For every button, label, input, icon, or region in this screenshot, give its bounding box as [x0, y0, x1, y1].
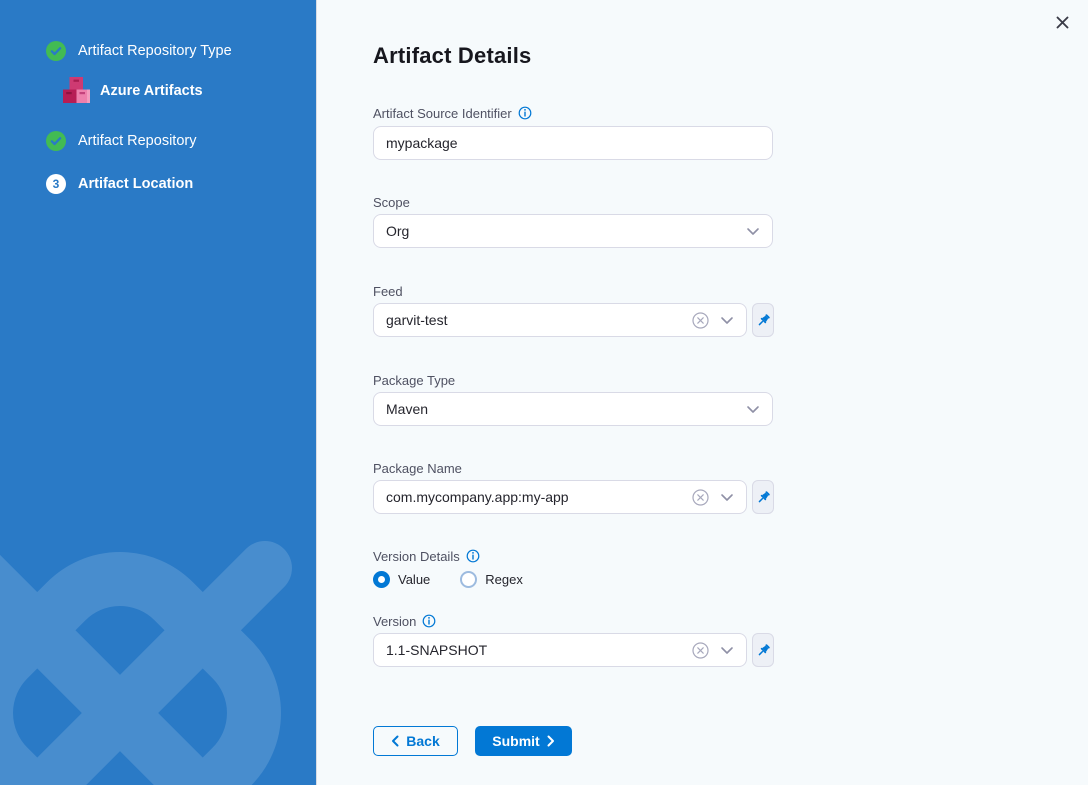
- version-details-radio-group: Value Regex: [373, 571, 545, 588]
- chevron-down-icon: [720, 493, 734, 502]
- sidebar-step-artifact-repository[interactable]: Artifact Repository: [46, 131, 196, 151]
- version-value: 1.1-SNAPSHOT: [386, 642, 692, 658]
- package-type-label: Package Type: [373, 372, 455, 388]
- info-icon[interactable]: [422, 614, 436, 628]
- back-button-label: Back: [406, 733, 439, 749]
- identifier-field-wrap: [373, 126, 773, 160]
- scope-select[interactable]: Org: [373, 214, 773, 248]
- label-text: Scope: [373, 195, 410, 210]
- chevron-down-icon: [746, 227, 760, 236]
- pin-icon: [756, 643, 771, 658]
- artifact-details-panel: Artifact Details Artifact Source Identif…: [317, 0, 1088, 785]
- close-icon[interactable]: [1052, 12, 1072, 32]
- radio-value-label[interactable]: Value: [398, 572, 430, 587]
- package-type-value: Maven: [386, 401, 746, 417]
- identifier-label: Artifact Source Identifier: [373, 105, 532, 121]
- sidebar-step-artifact-location[interactable]: 3 Artifact Location: [46, 174, 193, 194]
- chevron-down-icon: [746, 405, 760, 414]
- sidebar-substep-azure-artifacts[interactable]: Azure Artifacts: [62, 75, 203, 106]
- check-icon: [46, 41, 66, 61]
- feed-value: garvit-test: [386, 312, 692, 328]
- step-number-badge: 3: [46, 174, 66, 194]
- clear-icon[interactable]: [692, 312, 709, 329]
- chevron-down-icon: [720, 316, 734, 325]
- pin-icon: [756, 490, 771, 505]
- feed-pin-button[interactable]: [752, 303, 774, 337]
- page-title: Artifact Details: [373, 43, 531, 69]
- package-name-value: com.mycompany.app:my-app: [386, 489, 692, 505]
- wizard-sidebar: Artifact Repository Type Azure Artifacts…: [0, 0, 317, 785]
- step-label: Artifact Repository Type: [78, 43, 232, 59]
- label-text: Version Details: [373, 549, 460, 564]
- package-type-select[interactable]: Maven: [373, 392, 773, 426]
- harness-logo-watermark: [0, 498, 317, 785]
- submit-button[interactable]: Submit: [475, 726, 572, 756]
- chevron-down-icon: [720, 646, 734, 655]
- step-label: Artifact Location: [78, 176, 193, 192]
- label-text: Artifact Source Identifier: [373, 106, 512, 121]
- version-pin-button[interactable]: [752, 633, 774, 667]
- step-label: Artifact Repository: [78, 133, 196, 149]
- back-button[interactable]: Back: [373, 726, 458, 756]
- scope-value: Org: [386, 223, 746, 239]
- label-text: Package Type: [373, 373, 455, 388]
- version-label: Version: [373, 613, 436, 629]
- clear-icon[interactable]: [692, 489, 709, 506]
- substep-label: Azure Artifacts: [100, 83, 203, 99]
- package-name-pin-button[interactable]: [752, 480, 774, 514]
- feed-select[interactable]: garvit-test: [373, 303, 747, 337]
- radio-value[interactable]: [373, 571, 390, 588]
- identifier-input[interactable]: [386, 135, 760, 151]
- label-text: Feed: [373, 284, 403, 299]
- pin-icon: [756, 313, 771, 328]
- package-name-select[interactable]: com.mycompany.app:my-app: [373, 480, 747, 514]
- feed-label: Feed: [373, 283, 403, 299]
- check-icon: [46, 131, 66, 151]
- sidebar-step-artifact-repository-type[interactable]: Artifact Repository Type: [46, 41, 232, 61]
- azure-artifacts-icon: [62, 75, 91, 106]
- radio-regex-label[interactable]: Regex: [485, 572, 523, 587]
- chevron-left-icon: [391, 735, 399, 747]
- submit-button-label: Submit: [492, 733, 539, 749]
- package-name-label: Package Name: [373, 460, 462, 476]
- version-select[interactable]: 1.1-SNAPSHOT: [373, 633, 747, 667]
- clear-icon[interactable]: [692, 642, 709, 659]
- label-text: Package Name: [373, 461, 462, 476]
- version-details-label: Version Details: [373, 548, 480, 564]
- info-icon[interactable]: [466, 549, 480, 563]
- radio-regex[interactable]: [460, 571, 477, 588]
- label-text: Version: [373, 614, 416, 629]
- scope-label: Scope: [373, 194, 410, 210]
- info-icon[interactable]: [518, 106, 532, 120]
- chevron-right-icon: [547, 735, 555, 747]
